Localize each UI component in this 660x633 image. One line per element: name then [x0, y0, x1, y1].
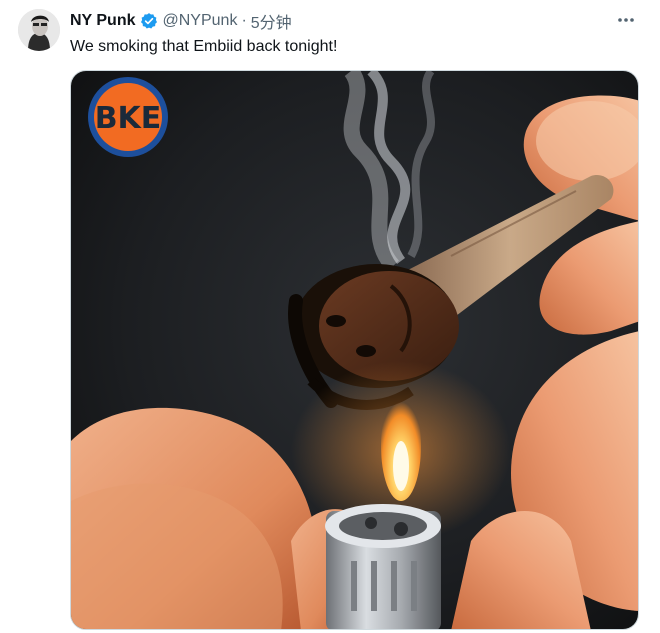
more-options-icon[interactable]	[616, 12, 636, 28]
avatar-image	[18, 9, 60, 51]
tweet-header: NY Punk @NYPunk · 5分钟	[70, 10, 640, 32]
tweet[interactable]: NY Punk @NYPunk · 5分钟 We smoking that Em…	[0, 0, 660, 633]
tweet-media-image[interactable]: BKE	[70, 70, 639, 630]
tweet-text: We smoking that Embiid back tonight!	[70, 38, 338, 55]
bke-logo: BKE	[86, 75, 170, 159]
user-handle[interactable]: @NYPunk	[163, 12, 238, 30]
separator-dot: ·	[241, 12, 247, 29]
avatar[interactable]	[18, 9, 60, 51]
verified-badge-icon	[140, 12, 158, 30]
timestamp[interactable]: 5分钟	[251, 9, 292, 33]
logo-text: BKE	[95, 101, 162, 136]
display-name[interactable]: NY Punk	[70, 12, 136, 30]
